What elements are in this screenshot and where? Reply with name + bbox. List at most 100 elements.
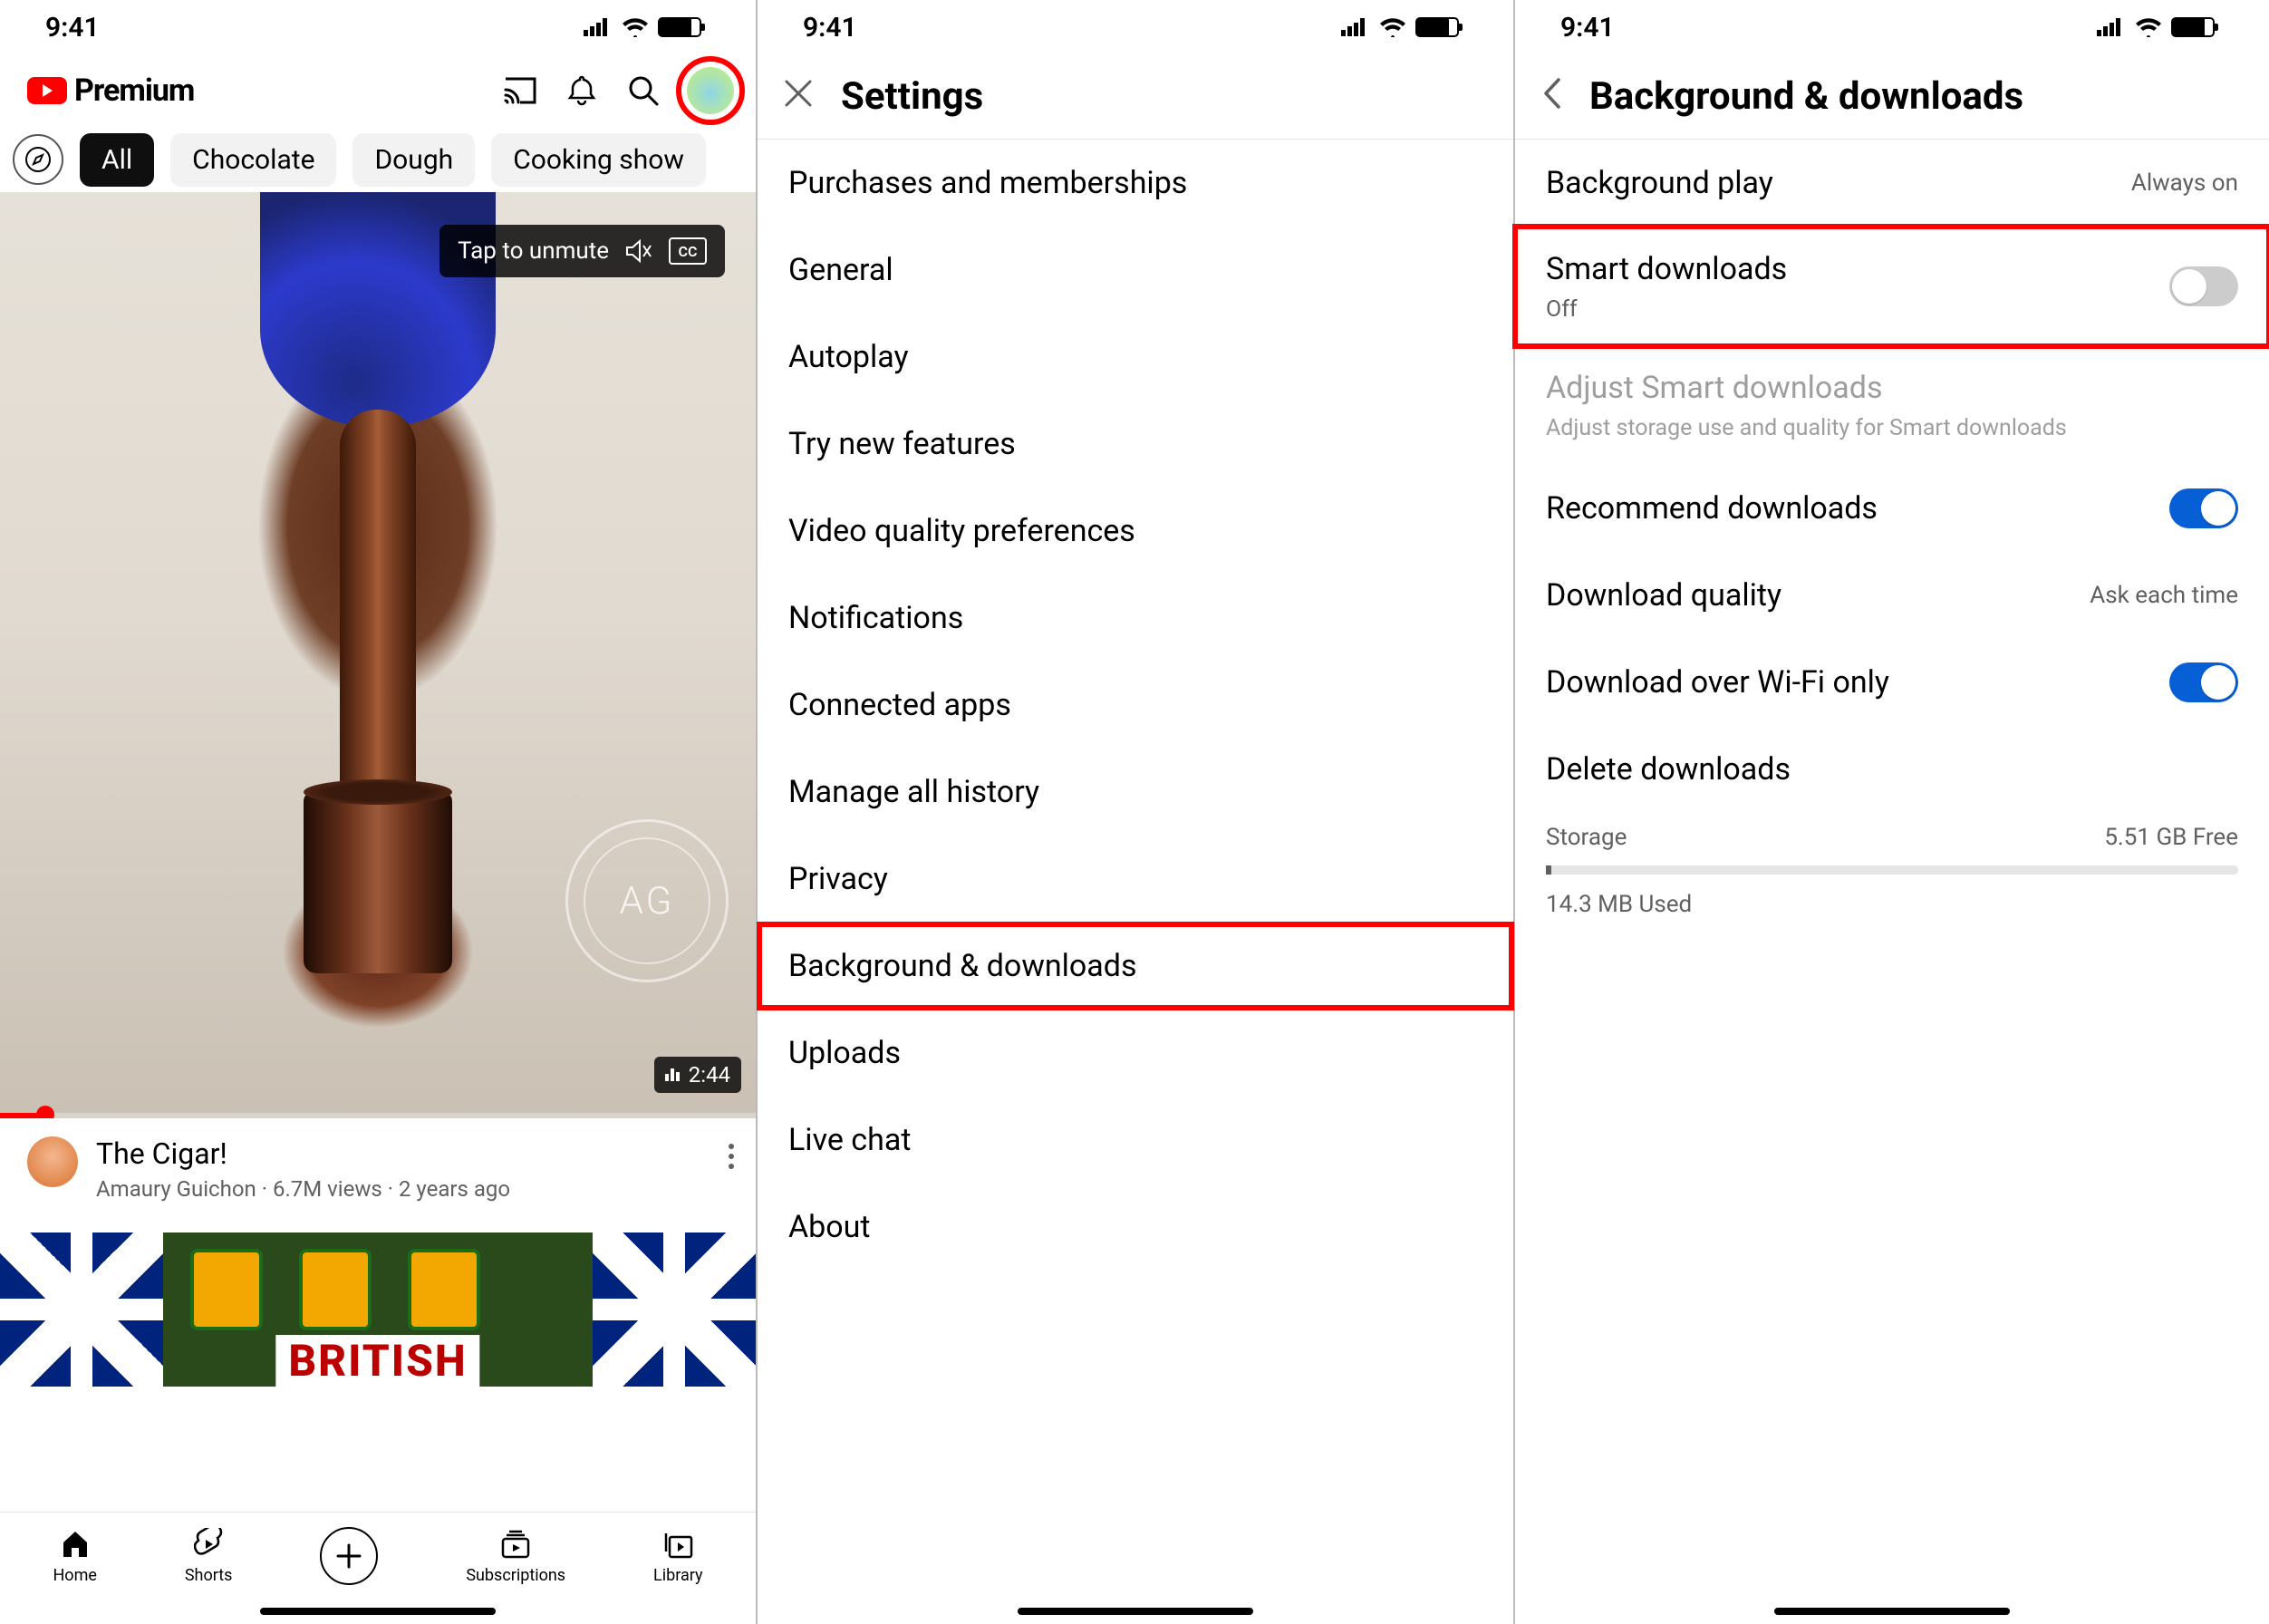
wifi-only-label: Download over Wi-Fi only: [1546, 664, 1889, 701]
home-indicator: [260, 1608, 496, 1615]
settings-item-about[interactable]: About: [758, 1184, 1513, 1271]
settings-item-autoplay[interactable]: Autoplay: [758, 314, 1513, 401]
highlight-ring: [676, 56, 745, 125]
nav-library[interactable]: Library: [653, 1526, 703, 1585]
create-button[interactable]: [320, 1527, 378, 1585]
status-time: 9:41: [45, 12, 100, 44]
smart-downloads-toggle[interactable]: [2169, 266, 2238, 306]
settings-item-uploads[interactable]: Uploads: [758, 1010, 1513, 1097]
battery-icon: [1415, 17, 1459, 37]
duration-badge: 2:44: [654, 1057, 741, 1093]
row-download-wifi-only[interactable]: Download over Wi-Fi only: [1515, 639, 2269, 726]
library-icon: [660, 1526, 696, 1562]
back-icon[interactable]: [1540, 73, 1562, 121]
chip-cooking-show[interactable]: Cooking show: [491, 133, 706, 187]
bg-downloads-header: Background & downloads: [1515, 54, 2269, 140]
account-avatar[interactable]: [687, 67, 734, 114]
wifi-icon: [1379, 17, 1406, 37]
settings-item-try-new[interactable]: Try new features: [758, 401, 1513, 488]
home-indicator: [1018, 1608, 1253, 1615]
video-info-row[interactable]: The Cigar! Amaury Guichon · 6.7M views ·…: [0, 1118, 756, 1211]
bg-downloads-title: Background & downloads: [1589, 74, 2023, 119]
premium-label: Premium: [74, 72, 194, 109]
nav-shorts[interactable]: Shorts: [185, 1526, 233, 1585]
status-bar: 9:41: [1515, 0, 2269, 54]
explore-icon[interactable]: [13, 134, 63, 185]
chip-chocolate[interactable]: Chocolate: [170, 133, 336, 187]
wifi-icon: [2135, 17, 2162, 37]
youtube-logo[interactable]: Premium: [27, 72, 194, 109]
recommend-downloads-label: Recommend downloads: [1546, 490, 1878, 527]
bg-play-label: Background play: [1546, 165, 1773, 201]
cellular-icon: [584, 18, 613, 36]
home-indicator: [1774, 1608, 2010, 1615]
thumb2-title-overlay: BRITISH: [275, 1335, 479, 1387]
home-icon: [57, 1526, 93, 1562]
status-bar: 9:41: [0, 0, 756, 54]
watermark-icon: AG: [565, 819, 729, 982]
storage-label: Storage: [1546, 824, 1627, 851]
youtube-play-icon: [27, 77, 67, 104]
status-bar: 9:41: [758, 0, 1513, 54]
smart-downloads-sub: Off: [1546, 296, 1787, 323]
settings-item-background-downloads[interactable]: Background & downloads: [758, 923, 1513, 1010]
analytics-mini-icon: [665, 1068, 680, 1081]
nav-subscriptions[interactable]: Subscriptions: [466, 1526, 565, 1585]
progress-bar[interactable]: [0, 1113, 756, 1118]
settings-title: Settings: [841, 74, 983, 119]
settings-list: Purchases and memberships General Autopl…: [758, 140, 1513, 1271]
cc-badge: CC: [669, 237, 707, 265]
bell-icon[interactable]: [564, 72, 600, 109]
unmute-button[interactable]: Tap to unmute CC: [439, 225, 725, 277]
shorts-icon: [190, 1526, 227, 1562]
video-meta: Amaury Guichon · 6.7M views · 2 years ag…: [96, 1176, 710, 1202]
muted-speaker-icon: [625, 238, 652, 264]
battery-icon: [658, 17, 701, 37]
settings-item-live-chat[interactable]: Live chat: [758, 1097, 1513, 1184]
wifi-only-toggle[interactable]: [2169, 662, 2238, 702]
chip-dough[interactable]: Dough: [352, 133, 475, 187]
chip-all[interactable]: All: [80, 133, 154, 187]
close-icon[interactable]: [783, 75, 814, 118]
settings-item-general[interactable]: General: [758, 227, 1513, 314]
nav-subscriptions-label: Subscriptions: [466, 1566, 565, 1585]
wifi-icon: [622, 17, 649, 37]
row-delete-downloads[interactable]: Delete downloads: [1515, 726, 2269, 813]
status-time: 9:41: [1560, 12, 1615, 44]
recommend-downloads-toggle[interactable]: [2169, 488, 2238, 528]
video-title: The Cigar!: [96, 1136, 710, 1171]
settings-item-privacy[interactable]: Privacy: [758, 836, 1513, 923]
row-smart-downloads[interactable]: Smart downloads Off: [1515, 243, 2269, 330]
row-background-play[interactable]: Background play Always on: [1515, 140, 2269, 227]
settings-header: Settings: [758, 54, 1513, 140]
download-quality-value: Ask each time: [2090, 582, 2238, 609]
nav-shorts-label: Shorts: [185, 1566, 233, 1585]
video-thumbnail-2[interactable]: BRITISH: [0, 1232, 756, 1387]
settings-item-history[interactable]: Manage all history: [758, 749, 1513, 836]
cellular-icon: [1341, 18, 1370, 36]
search-icon[interactable]: [625, 72, 661, 109]
settings-item-purchases[interactable]: Purchases and memberships: [758, 140, 1513, 227]
subscriptions-icon: [497, 1526, 534, 1562]
nav-home[interactable]: Home: [53, 1526, 96, 1585]
nav-library-label: Library: [653, 1566, 703, 1585]
row-adjust-smart-downloads: Adjust Smart downloads Adjust storage us…: [1515, 346, 2269, 465]
channel-avatar[interactable]: [27, 1136, 78, 1187]
settings-item-notifications[interactable]: Notifications: [758, 575, 1513, 662]
duration-text: 2:44: [689, 1062, 730, 1088]
storage-bar: [1546, 865, 2238, 875]
row-recommend-downloads[interactable]: Recommend downloads: [1515, 465, 2269, 552]
storage-used: 14.3 MB Used: [1546, 891, 2238, 918]
video-thumbnail[interactable]: AG Tap to unmute CC 2:44: [0, 192, 756, 1118]
plus-icon: [335, 1542, 362, 1570]
download-quality-label: Download quality: [1546, 577, 1781, 614]
settings-item-connected[interactable]: Connected apps: [758, 662, 1513, 749]
unmute-label: Tap to unmute: [458, 237, 609, 265]
settings-item-video-quality[interactable]: Video quality preferences: [758, 488, 1513, 575]
smart-downloads-label: Smart downloads: [1546, 251, 1787, 287]
cast-icon[interactable]: [502, 72, 538, 109]
row-download-quality[interactable]: Download quality Ask each time: [1515, 552, 2269, 639]
nav-home-label: Home: [53, 1566, 96, 1585]
more-icon[interactable]: [729, 1136, 738, 1169]
adjust-smart-sub: Adjust storage use and quality for Smart…: [1546, 415, 2067, 441]
